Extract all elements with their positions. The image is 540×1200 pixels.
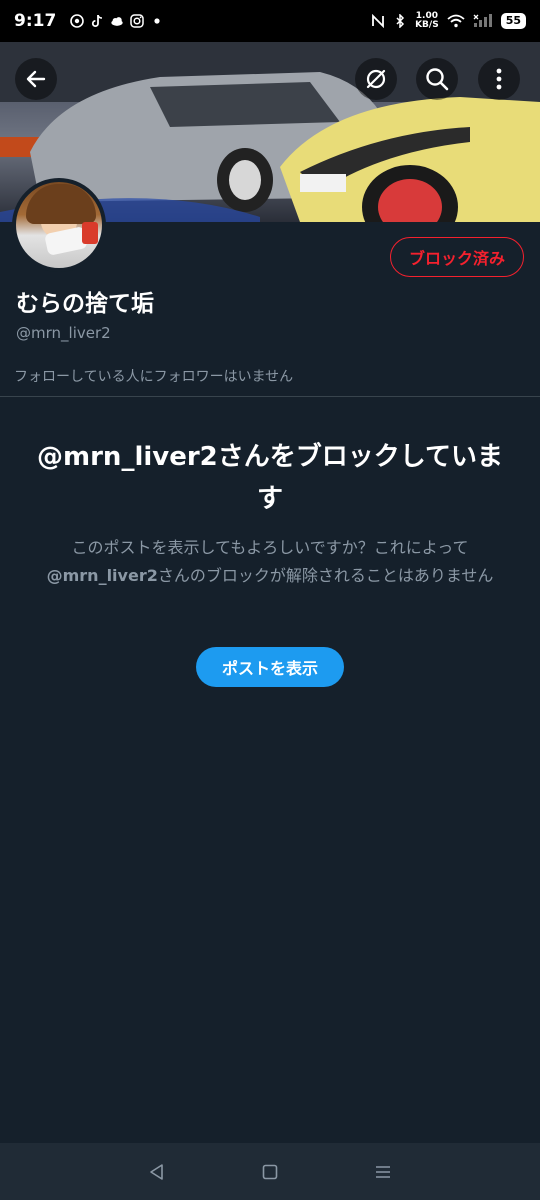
- system-back-button[interactable]: [145, 1160, 169, 1184]
- desc-handle: @mrn_liver2: [46, 566, 158, 585]
- instagram-icon: [130, 14, 145, 28]
- status-time: 9:17: [14, 11, 57, 31]
- unfollow-slash-icon: [366, 69, 386, 89]
- app-icon: [70, 14, 85, 28]
- system-recents-button[interactable]: [371, 1160, 395, 1184]
- tiktok-icon: [90, 14, 104, 28]
- network-speed: 1.00 KB/S: [415, 12, 439, 30]
- avatar-object: [82, 222, 98, 244]
- display-name: むらの捨て垢: [16, 291, 154, 317]
- back-button[interactable]: [15, 58, 57, 100]
- desc-suffix: さんのブロックが解除されることはありません: [157, 566, 494, 585]
- blocked-button[interactable]: ブロック済み: [389, 237, 524, 277]
- signal-icon: [473, 14, 493, 28]
- system-navigation-bar: [0, 1143, 540, 1200]
- desc-prefix: このポストを表示してもよろしいですか？これによって: [71, 538, 469, 557]
- search-button[interactable]: [416, 58, 458, 100]
- unfollow-button[interactable]: [355, 58, 397, 100]
- home-square-icon: [262, 1164, 278, 1179]
- weather-icon: [110, 14, 124, 28]
- back-triangle-icon: [149, 1163, 163, 1180]
- arrow-left-icon: [26, 70, 46, 88]
- bluetooth-icon: [393, 14, 407, 28]
- view-posts-button[interactable]: ポストを表示: [196, 647, 344, 687]
- search-icon: [426, 68, 449, 91]
- more-button[interactable]: [478, 58, 520, 100]
- status-notification-icons: [70, 14, 164, 28]
- blocked-notice-description: このポストを表示してもよろしいですか？これによって @mrn_liver2さんのブ…: [30, 534, 510, 590]
- more-vertical-icon: [496, 68, 502, 90]
- avatar[interactable]: [12, 178, 106, 272]
- nfc-icon: [371, 14, 385, 28]
- net-speed-unit: KB/S: [415, 20, 439, 30]
- wifi-icon: [447, 14, 465, 28]
- status-bar: 9:17 1.00 KB/S 55: [0, 0, 540, 42]
- divider: [0, 396, 540, 397]
- dot-icon: [150, 14, 164, 28]
- battery-indicator: 55: [500, 13, 526, 29]
- system-home-button[interactable]: [258, 1160, 282, 1184]
- followers-you-know-note: フォローしている人にフォロワーはいません: [14, 369, 294, 385]
- avatar-hair: [26, 184, 96, 224]
- user-handle: @mrn_liver2: [16, 324, 111, 342]
- menu-lines-icon: [376, 1165, 391, 1178]
- blocked-notice-title: @mrn_liver2さんをブロックしています: [37, 442, 503, 514]
- status-system-icons: 1.00 KB/S 55: [371, 12, 526, 30]
